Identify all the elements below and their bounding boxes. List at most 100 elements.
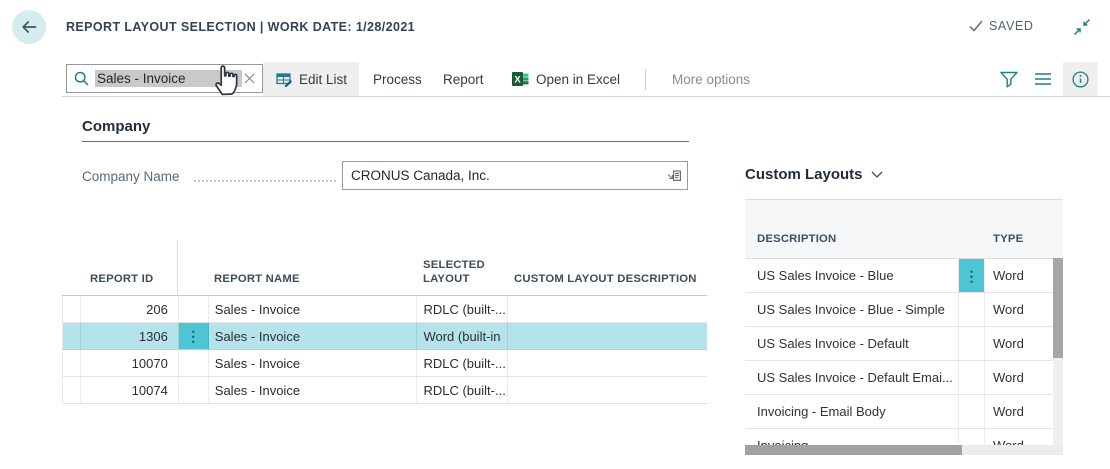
toolbar-divider	[645, 69, 646, 90]
table-row[interactable]: 10070 Sales - Invoice RDLC (built-...	[62, 350, 707, 377]
row-menu-cell[interactable]	[958, 395, 985, 428]
company-name-value: CRONUS Canada, Inc.	[351, 168, 490, 183]
row-menu-cell[interactable]	[179, 350, 209, 376]
custom-layouts-panel: DESCRIPTION TYPE US Sales Invoice - Blue…	[745, 199, 1063, 455]
table-row-selected[interactable]: 1306 ⋮ Sales - Invoice Word (built-in	[62, 323, 707, 350]
action-toolbar: Sales - Invoice Edit List Process	[62, 62, 1110, 97]
process-menu-button[interactable]: Process	[363, 62, 432, 96]
company-section-title: Company	[82, 118, 150, 135]
report-label: Report	[443, 72, 484, 87]
more-options-button[interactable]: More options	[662, 62, 760, 96]
report-table-header: REPORT ID REPORT NAME SELECTED LAYOUT CU…	[62, 240, 707, 296]
horizontal-scrollbar-thumb[interactable]	[745, 445, 962, 455]
custom-layout-row[interactable]: US Sales Invoice - Default Emai... Word	[745, 361, 1053, 395]
custom-layout-description-cell[interactable]	[508, 323, 707, 349]
layout-description-cell[interactable]: Invoicing	[745, 438, 958, 445]
custom-layout-row[interactable]: Invoicing Word	[745, 429, 1053, 445]
info-icon	[1072, 71, 1089, 88]
search-value-selected-text: Sales - Invoice	[95, 70, 242, 87]
vertical-scrollbar-thumb[interactable]	[1053, 258, 1063, 358]
layout-type-cell[interactable]: Word	[985, 336, 1053, 351]
company-name-field[interactable]: CRONUS Canada, Inc.	[342, 161, 688, 190]
report-id-cell[interactable]: 10074	[81, 377, 179, 403]
row-menu-cell[interactable]	[179, 296, 209, 322]
vertical-scrollbar[interactable]	[1053, 258, 1063, 445]
custom-layout-description-cell[interactable]	[508, 377, 707, 403]
selected-layout-cell[interactable]: RDLC (built-...	[417, 350, 508, 376]
report-name-cell[interactable]: Sales - Invoice	[209, 296, 418, 322]
row-menu-cell[interactable]	[179, 377, 209, 403]
custom-layout-row[interactable]: Invoicing - Email Body Word	[745, 395, 1053, 429]
report-id-cell[interactable]: 206	[81, 296, 179, 322]
page-title: REPORT LAYOUT SELECTION | WORK DATE: 1/2…	[66, 20, 415, 34]
edit-list-button[interactable]: Edit List	[263, 62, 359, 96]
row-select-cell[interactable]	[63, 377, 81, 403]
custom-layout-row[interactable]: US Sales Invoice - Default Word	[745, 327, 1053, 361]
saved-label: SAVED	[989, 19, 1033, 33]
selected-layout-cell[interactable]: RDLC (built-...	[417, 296, 508, 322]
layout-type-cell[interactable]: Word	[985, 268, 1053, 283]
column-header-custom-layout-description[interactable]: CUSTOM LAYOUT DESCRIPTION	[508, 240, 707, 295]
custom-layout-row-selected[interactable]: US Sales Invoice - Blue ⋮ Word	[745, 259, 1053, 293]
report-id-cell[interactable]: 10070	[81, 350, 179, 376]
select-column-header	[62, 240, 80, 295]
column-header-description[interactable]: DESCRIPTION	[757, 233, 836, 245]
search-input[interactable]: Sales - Invoice	[66, 64, 263, 93]
field-dotted-leader	[194, 170, 336, 182]
lookup-icon[interactable]	[666, 168, 683, 184]
company-section-divider	[82, 141, 689, 142]
table-row[interactable]: 10074 Sales - Invoice RDLC (built-...	[62, 377, 707, 404]
layout-description-cell[interactable]: US Sales Invoice - Blue	[745, 268, 958, 283]
back-arrow-icon	[20, 18, 38, 36]
save-status: SAVED	[969, 19, 1033, 33]
row-menu-cell[interactable]: ⋮	[179, 323, 209, 349]
chevron-down-icon	[871, 171, 883, 179]
layout-description-cell[interactable]: Invoicing - Email Body	[745, 404, 958, 419]
custom-layout-row[interactable]: US Sales Invoice - Blue - Simple Word	[745, 293, 1053, 327]
layout-description-cell[interactable]: US Sales Invoice - Blue - Simple	[745, 302, 958, 317]
row-select-cell[interactable]	[63, 350, 81, 376]
layout-description-cell[interactable]: US Sales Invoice - Default Emai...	[745, 370, 958, 385]
row-menu-column-header	[178, 240, 208, 295]
layout-type-cell[interactable]: Word	[985, 438, 1053, 445]
column-header-report-name[interactable]: REPORT NAME	[208, 240, 417, 295]
report-id-cell[interactable]: 1306	[81, 323, 179, 349]
report-name-cell[interactable]: Sales - Invoice	[209, 350, 418, 376]
row-dots-menu-icon[interactable]: ⋮	[186, 329, 200, 343]
clear-search-icon[interactable]	[244, 73, 255, 84]
view-list-button[interactable]	[1031, 62, 1055, 96]
custom-layout-description-cell[interactable]	[508, 296, 707, 322]
layout-type-cell[interactable]: Word	[985, 302, 1053, 317]
report-menu-button[interactable]: Report	[433, 62, 494, 96]
custom-layouts-rows: US Sales Invoice - Blue ⋮ Word US Sales …	[745, 258, 1053, 445]
more-options-label: More options	[672, 72, 750, 87]
report-name-cell[interactable]: Sales - Invoice	[209, 377, 418, 403]
table-row[interactable]: 206 Sales - Invoice RDLC (built-...	[62, 296, 707, 323]
layout-type-cell[interactable]: Word	[985, 404, 1053, 419]
layout-type-cell[interactable]: Word	[985, 370, 1053, 385]
info-pane-button[interactable]	[1063, 62, 1098, 96]
row-dots-menu-icon[interactable]: ⋮	[965, 269, 979, 283]
selected-layout-cell[interactable]: RDLC (built-...	[417, 377, 508, 403]
column-header-selected-layout[interactable]: SELECTED LAYOUT	[417, 240, 508, 295]
report-name-cell[interactable]: Sales - Invoice	[209, 323, 418, 349]
filter-button[interactable]	[997, 62, 1021, 96]
row-select-cell[interactable]	[63, 296, 81, 322]
custom-layout-description-cell[interactable]	[508, 350, 707, 376]
row-menu-cell[interactable]	[958, 429, 985, 445]
column-header-type[interactable]: TYPE	[993, 233, 1023, 245]
row-select-cell[interactable]	[63, 323, 81, 349]
layout-description-cell[interactable]: US Sales Invoice - Default	[745, 336, 958, 351]
open-in-excel-button[interactable]: X Open in Excel	[502, 62, 630, 96]
row-menu-cell[interactable]	[958, 293, 985, 326]
row-menu-cell[interactable]	[958, 361, 985, 394]
custom-layouts-dropdown[interactable]: Custom Layouts	[745, 166, 883, 183]
row-menu-cell[interactable]: ⋮	[958, 259, 985, 292]
row-menu-cell[interactable]	[958, 327, 985, 360]
horizontal-scrollbar[interactable]	[745, 445, 1063, 455]
selected-layout-cell[interactable]: Word (built-in	[417, 323, 508, 349]
back-button[interactable]	[12, 10, 46, 44]
collapse-arrows-icon	[1073, 18, 1091, 36]
column-header-report-id[interactable]: REPORT ID	[80, 240, 178, 295]
collapse-page-button[interactable]	[1070, 15, 1094, 39]
